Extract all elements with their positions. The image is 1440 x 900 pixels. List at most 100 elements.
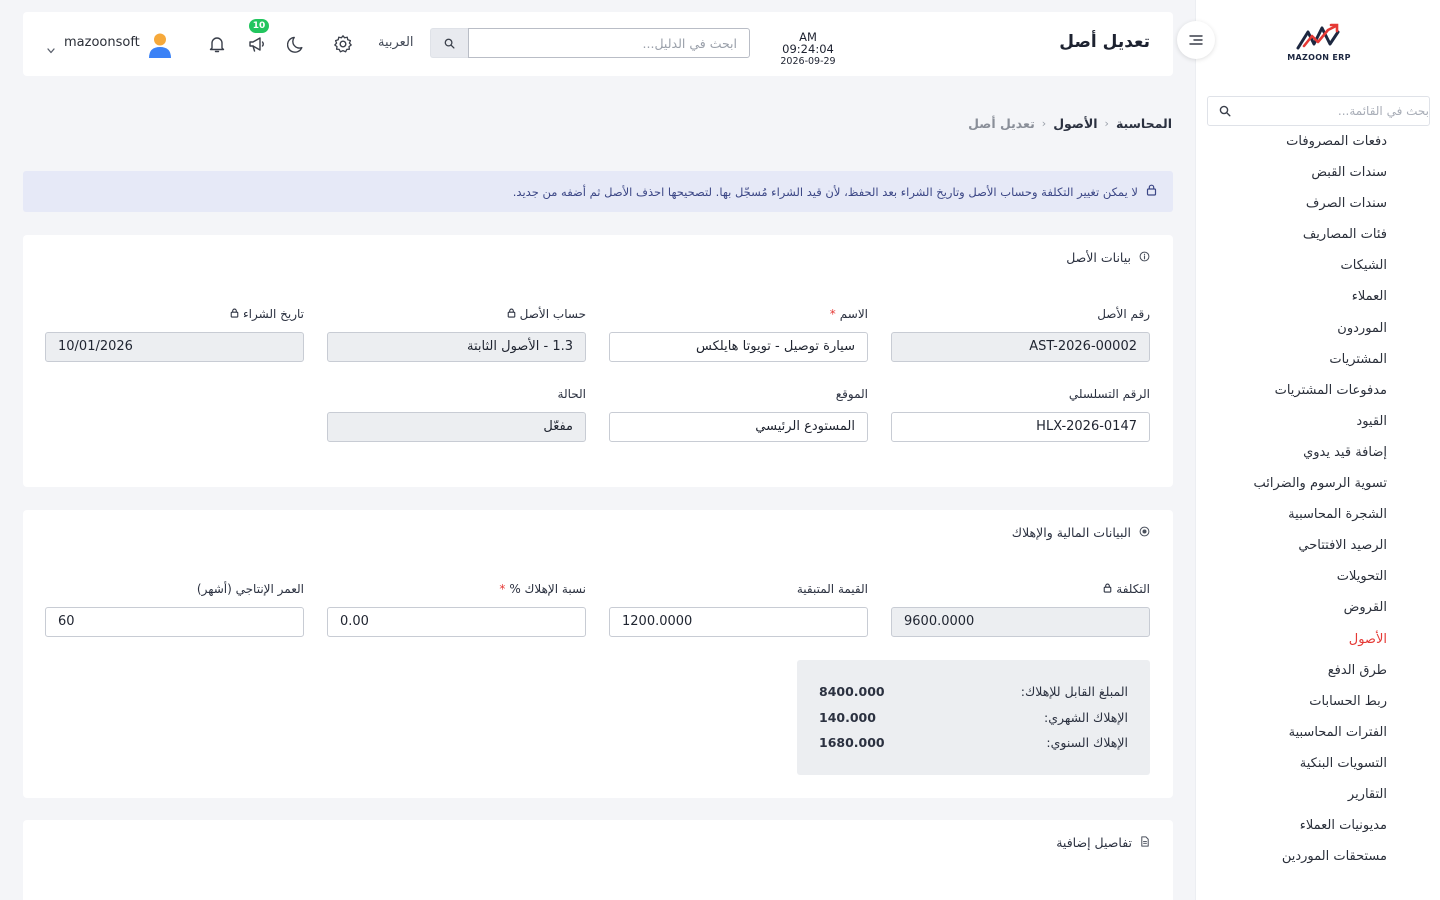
asset-number-label: رقم الأصل	[1097, 307, 1150, 321]
sidebar-item-partial[interactable]	[1196, 114, 1440, 126]
location-label: الموقع	[836, 387, 868, 401]
sidebar-item-opening-balance[interactable]: الرصيد الافتتاحي	[1196, 530, 1440, 561]
residual-value-field[interactable]: 1200.0000	[609, 607, 868, 637]
financial-card-header: البيانات المالية والإهلاك	[1012, 525, 1150, 540]
locked-fields-alert: لا يمكن تغيير التكلفة وحساب الأصل وتاريخ…	[23, 171, 1173, 212]
clock-time: AM 09:24:04	[782, 30, 834, 56]
asset-number-label-text: رقم الأصل	[1097, 307, 1150, 321]
depreciation-rate-field[interactable]: 0.00	[327, 607, 586, 637]
required-asterisk: *	[499, 582, 506, 596]
monthly-depreciation-value: 140.000	[819, 709, 876, 725]
breadcrumb: المحاسبة ‹ الأصول ‹ تعديل أصل	[968, 116, 1172, 131]
clock: AM 09:24:04 2026-09-29	[772, 30, 844, 67]
sidebar-item-loans[interactable]: القروض	[1196, 592, 1440, 623]
clock-date: 2026-09-29	[780, 56, 836, 67]
sidebar-item-customers[interactable]: العملاء	[1196, 281, 1440, 312]
purchase-date-field[interactable]: 10/01/2026	[45, 332, 304, 362]
sidebar-item-add-manual-entry[interactable]: إضافة قيد يدوي	[1196, 437, 1440, 468]
lock-icon	[230, 307, 239, 321]
serial-number-label-text: الرقم التسلسلي	[1068, 387, 1150, 401]
menu-icon	[1189, 35, 1203, 45]
residual-value-label-text: القيمة المتبقية	[796, 582, 868, 596]
sidebar-item-reports[interactable]: التقارير	[1196, 779, 1440, 810]
lock-icon	[1146, 184, 1157, 199]
lock-icon	[507, 307, 516, 321]
logo-text: MAZOON ERP	[1287, 53, 1351, 62]
asset-account-field[interactable]: 1.3 - الأصول الثابتة	[327, 332, 586, 362]
language-switch[interactable]: العربية	[378, 35, 414, 50]
company-logo[interactable]: MAZOON ERP	[1284, 22, 1354, 66]
name-label-text: الاسم	[839, 307, 868, 321]
status-label-text: الحالة	[557, 387, 586, 401]
extra-details-card-header: تفاصيل إضافية	[1056, 835, 1150, 850]
sidebar-item-customer-debts[interactable]: مديونيات العملاء	[1196, 810, 1440, 841]
useful-life-field[interactable]: 60	[45, 607, 304, 637]
location-field[interactable]: المستودع الرئيسي	[609, 412, 868, 442]
dark-mode-moon-icon[interactable]	[286, 33, 308, 55]
breadcrumb-assets[interactable]: الأصول	[1053, 116, 1097, 131]
sidebar-item-expense-categories[interactable]: فئات المصاريف	[1196, 219, 1440, 250]
sidebar-item-supplier-dues[interactable]: مستحقات الموردين	[1196, 841, 1440, 872]
page-title: تعديل أصل	[1059, 32, 1150, 52]
sidebar-item-fees-taxes-settlement[interactable]: تسوية الرسوم والضرائب	[1196, 468, 1440, 499]
extra-details-card-title: تفاصيل إضافية	[1056, 835, 1132, 850]
sidebar-item-accounting-periods[interactable]: الفترات المحاسبية	[1196, 717, 1440, 748]
sidebar-item-suppliers[interactable]: الموردون	[1196, 313, 1440, 344]
sidebar-item-transfers[interactable]: التحويلات	[1196, 561, 1440, 592]
useful-life-label-text: العمر الإنتاجي (أشهر)	[196, 582, 304, 596]
sidebar-item-expense-payments[interactable]: دفعات المصروفات	[1196, 126, 1440, 157]
sidebar-item-payment-vouchers[interactable]: سندات الصرف	[1196, 188, 1440, 219]
logo-mark-icon	[1296, 23, 1340, 50]
sidebar-toggle-button[interactable]	[1177, 21, 1215, 59]
sidebar-item-purchases[interactable]: المشتريات	[1196, 344, 1440, 375]
asset-account-label-text: حساب الأصل	[519, 307, 586, 321]
monthly-depreciation-label: الإهلاك الشهري:	[1043, 709, 1128, 725]
sidebar-item-purchase-payments[interactable]: مدفوعات المشتريات	[1196, 375, 1440, 406]
chevron-left-icon: ‹	[1104, 117, 1109, 130]
depreciable-amount-row: 8400.000 المبلغ القابل للإهلاك:	[819, 682, 1128, 700]
cost-label-text: التكلفة	[1116, 582, 1150, 596]
settings-gear-icon[interactable]	[332, 33, 354, 55]
location-label-text: الموقع	[835, 387, 868, 401]
header-search-input[interactable]	[468, 28, 750, 58]
sidebar-item-journal-entries[interactable]: القيود	[1196, 406, 1440, 437]
serial-number-label: الرقم التسلسلي	[1069, 387, 1150, 401]
notifications-bell-icon[interactable]	[206, 33, 228, 55]
user-name[interactable]: mazoonsoft	[64, 35, 140, 50]
annual-depreciation-row: 1680.000 الإهلاك السنوي:	[819, 733, 1128, 751]
header-search	[430, 28, 750, 58]
sidebar-menu: دفعات المصروفات سندات القبض سندات الصرف …	[1196, 114, 1440, 872]
breadcrumb-accounting[interactable]: المحاسبة	[1116, 116, 1172, 131]
name-field[interactable]: سيارة توصيل - تويوتا هايلكس	[609, 332, 868, 362]
asset-data-card-header: بيانات الأصل	[1066, 250, 1150, 265]
cost-field[interactable]: 9600.0000	[891, 607, 1150, 637]
chevron-down-icon[interactable]	[47, 39, 55, 58]
sidebar-item-assets[interactable]: الأصول	[1196, 624, 1440, 655]
status-label: الحالة	[558, 387, 586, 401]
breadcrumb-current: تعديل أصل	[968, 116, 1035, 131]
monthly-depreciation-row: 140.000 الإهلاك الشهري:	[819, 708, 1128, 726]
cost-label: التكلفة	[1103, 582, 1150, 596]
depreciation-rate-label-text: نسبة الإهلاك %	[509, 582, 586, 596]
user-avatar[interactable]	[147, 31, 173, 59]
header-search-button[interactable]	[430, 28, 468, 58]
sidebar-item-bank-reconciliations[interactable]: التسويات البنكية	[1196, 748, 1440, 779]
annual-depreciation-value: 1680.000	[819, 734, 885, 750]
announcements-megaphone-icon[interactable]: 10	[246, 19, 269, 55]
sidebar-item-chart-of-accounts[interactable]: الشجرة المحاسبية	[1196, 499, 1440, 530]
sidebar-item-account-mapping[interactable]: ربط الحسابات	[1196, 686, 1440, 717]
sidebar-item-receipt-vouchers[interactable]: سندات القبض	[1196, 157, 1440, 188]
alert-text: لا يمكن تغيير التكلفة وحساب الأصل وتاريخ…	[512, 184, 1138, 199]
asset-data-card: بيانات الأصل رقم الأصل الاسم * حساب الأص…	[23, 235, 1173, 487]
status-field[interactable]: مفعّل	[327, 412, 586, 442]
purchase-date-label-text: تاريخ الشراء	[243, 307, 304, 321]
purchase-date-label: تاريخ الشراء	[230, 307, 304, 321]
serial-number-field[interactable]: HLX-2026-0147	[891, 412, 1150, 442]
coin-icon	[1139, 525, 1150, 540]
financial-depreciation-card: البيانات المالية والإهلاك التكلفة القيمة…	[23, 510, 1173, 798]
asset-number-field[interactable]: AST-2026-00002	[891, 332, 1150, 362]
sidebar-item-cheques[interactable]: الشيكات	[1196, 250, 1440, 281]
sidebar-item-payment-methods[interactable]: طرق الدفع	[1196, 655, 1440, 686]
top-header: تعديل أصل AM 09:24:04 2026-09-29 العربية…	[23, 12, 1173, 76]
depreciation-rate-label: نسبة الإهلاك % *	[499, 582, 586, 596]
